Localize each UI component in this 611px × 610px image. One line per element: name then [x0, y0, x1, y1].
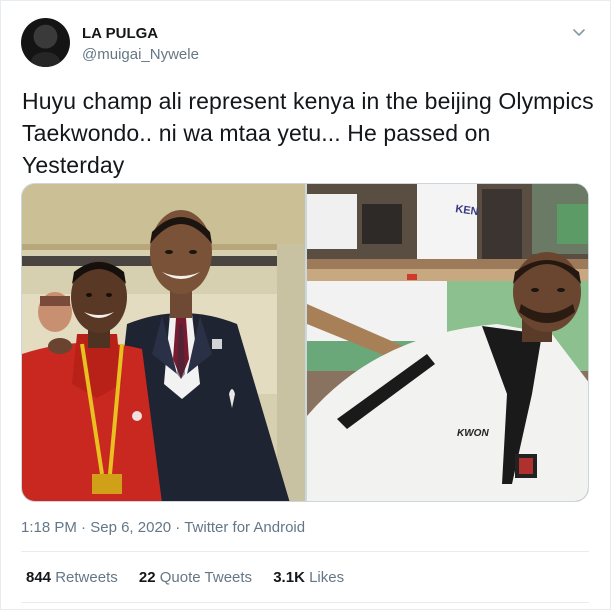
photo-left[interactable]: [22, 184, 305, 501]
photo-right[interactable]: KEN KWON: [307, 184, 588, 501]
tweet-source[interactable]: Twitter for Android: [184, 519, 305, 536]
quote-tweets-label: Quote Tweets: [159, 569, 253, 586]
retweets-count: 844: [26, 569, 52, 586]
photo-right-image: KEN KWON: [307, 184, 588, 501]
separator-dot: ·: [81, 519, 87, 536]
likes-stat[interactable]: 3.1K Likes: [273, 569, 344, 586]
author-avatar[interactable]: [21, 18, 70, 67]
separator-dot: ·: [175, 519, 181, 536]
tweet-media: KEN KWON: [21, 183, 589, 502]
likes-label: Likes: [309, 569, 345, 586]
tweet-date[interactable]: Sep 6, 2020: [90, 519, 171, 536]
author-handle[interactable]: @muigai_Nywele: [82, 46, 199, 63]
author-display-name[interactable]: LA PULGA: [82, 25, 158, 42]
retweets-stat[interactable]: 844 Retweets: [26, 569, 118, 586]
quote-tweets-count: 22: [138, 569, 156, 586]
photo-left-image: [22, 184, 305, 501]
chevron-down-icon[interactable]: [571, 24, 587, 40]
divider: [21, 602, 589, 603]
photo-right-logo-text: KWON: [457, 428, 489, 439]
divider: [21, 551, 589, 552]
retweets-label: Retweets: [55, 569, 118, 586]
tweet-card: LA PULGA @muigai_Nywele Huyu champ ali r…: [0, 0, 611, 610]
timestamp-row: 1:18 PM · Sep 6, 2020 · Twitter for Andr…: [21, 519, 305, 536]
engagement-stats: 844 Retweets 22 Quote Tweets 3.1K Likes: [26, 569, 361, 586]
quote-tweets-stat[interactable]: 22 Quote Tweets: [139, 569, 252, 586]
likes-count: 3.1K: [273, 569, 305, 586]
tweet-time[interactable]: 1:18 PM: [21, 519, 77, 536]
